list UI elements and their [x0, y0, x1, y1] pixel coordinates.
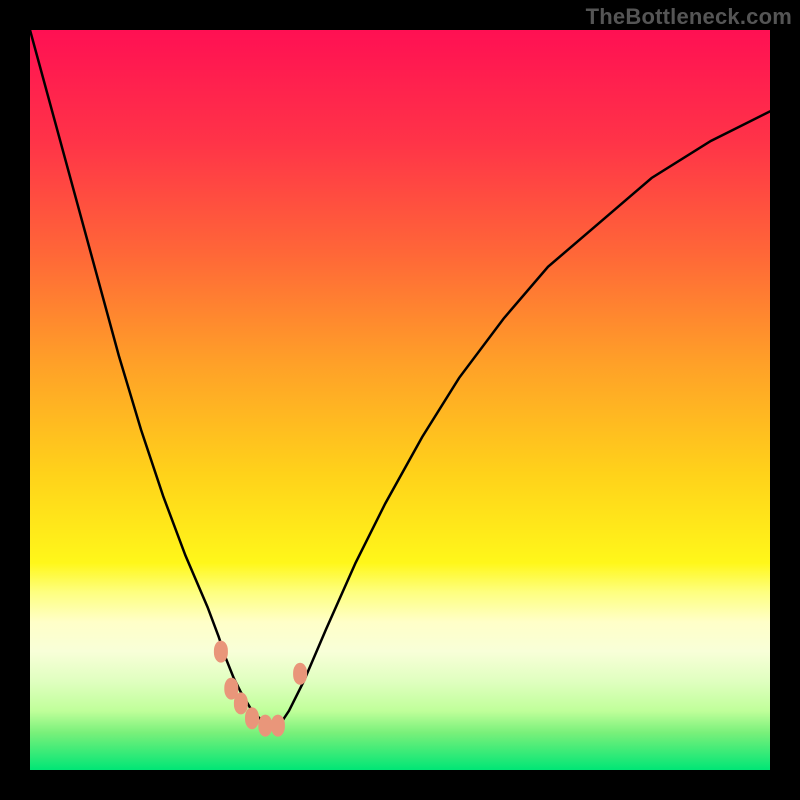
- marker-d: [245, 707, 259, 729]
- marker-c: [234, 692, 248, 714]
- chart-background: [30, 30, 770, 770]
- bottleneck-chart: [30, 30, 770, 770]
- marker-f: [271, 715, 285, 737]
- watermark-text: TheBottleneck.com: [586, 4, 792, 30]
- marker-e: [258, 715, 272, 737]
- chart-frame: [30, 30, 770, 770]
- marker-g: [293, 663, 307, 685]
- marker-a: [214, 641, 228, 663]
